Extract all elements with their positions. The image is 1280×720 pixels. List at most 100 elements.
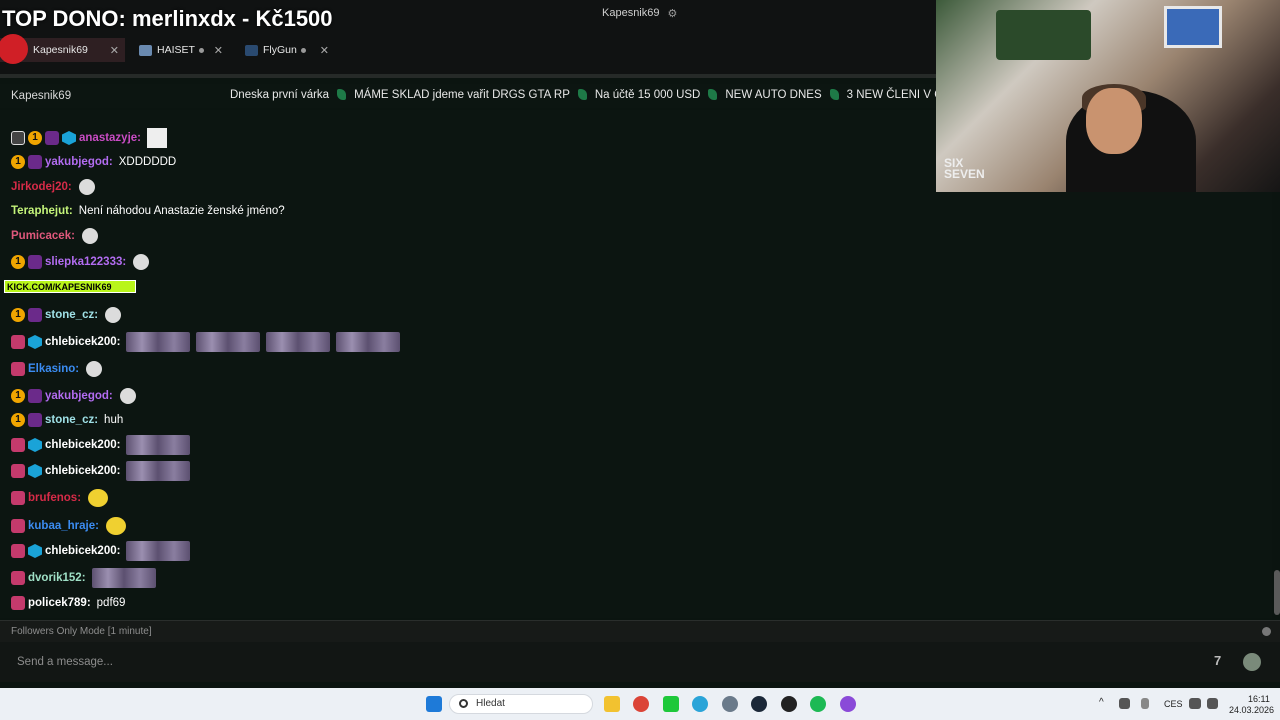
chat-username[interactable]: chlebicek200: [45, 439, 120, 451]
edge-icon[interactable] [692, 696, 708, 712]
steam-icon[interactable] [751, 696, 767, 712]
tab-label: FlyGun [263, 44, 297, 56]
chat-username[interactable]: sliepka122333: [45, 256, 126, 268]
chat-message: 1 sliepka122333: [11, 254, 150, 270]
spotify-icon[interactable] [810, 696, 826, 712]
chat-message: policek789: pdf69 [11, 596, 125, 610]
chat-username[interactable]: Teraphejut: [11, 205, 73, 217]
gifter-badge-icon [28, 438, 42, 452]
emote-picker-icon[interactable]: 7 [1214, 653, 1232, 671]
emote-icon [336, 332, 401, 352]
volume-icon[interactable] [1207, 698, 1218, 709]
header-channel-tab[interactable]: Kapesnik69 ⚙ [594, 2, 689, 24]
founder-badge-icon: 1 [28, 131, 42, 145]
emoji-icon[interactable] [1243, 653, 1261, 671]
vip-badge-icon [11, 438, 25, 452]
gifter-badge-icon [28, 464, 42, 478]
ticker-item: Dneska první várka [230, 89, 330, 101]
windows-start-icon[interactable] [426, 696, 442, 712]
network-icon[interactable] [1119, 698, 1130, 709]
chat-message: 1 yakubjegod: XDDDDDD [11, 155, 176, 169]
pinned-ticker: Dneska první várka MÁME SKLAD jdeme vaři… [230, 89, 988, 101]
founder-badge-icon: 1 [11, 389, 25, 403]
skull-emote-icon [133, 254, 150, 270]
display-icon[interactable] [1189, 698, 1201, 709]
windows-taskbar: Hledat ^ CES 16:11 24.03.2026 [0, 688, 1280, 720]
chat-username[interactable]: Pumicacek: [11, 230, 75, 242]
channel-name: Kapesnik69 [11, 90, 72, 102]
chat-message: dvorik152: [11, 568, 156, 588]
search-icon [459, 699, 468, 708]
chat-message: 1 stone_cz: huh [11, 413, 123, 427]
chat-text: huh [104, 414, 124, 426]
emote-icon [126, 332, 191, 352]
tab-flygun[interactable]: FlyGun ✕ [229, 38, 335, 62]
chat-username[interactable]: kubaa_hraje: [28, 520, 99, 532]
gifter-badge-icon [62, 131, 76, 145]
chat-username[interactable]: policek789: [28, 597, 91, 609]
chat-username[interactable]: chlebicek200: [45, 336, 120, 348]
chat-username[interactable]: Elkasino: [28, 363, 79, 375]
vip-badge-icon [11, 571, 25, 585]
shelf-decor [996, 10, 1091, 60]
moderator-badge-icon [11, 131, 25, 145]
chat-username[interactable]: stone_cz: [45, 309, 98, 321]
ticker-item: Na účtě 15 000 USD [594, 89, 701, 101]
tab-kapesnik69[interactable]: Kapesnik69 ✕ [0, 34, 125, 64]
chat-scrollbar[interactable] [1274, 570, 1280, 615]
chat-message: 1 yakubjegod: [11, 388, 136, 404]
chat-text: XDDDDDD [118, 156, 177, 168]
taskbar-search[interactable]: Hledat [449, 694, 593, 714]
info-icon[interactable] [1262, 627, 1271, 636]
file-explorer-icon[interactable] [604, 696, 620, 712]
chat-username[interactable]: chlebicek200: [45, 545, 120, 557]
skull-emote-icon [81, 228, 98, 244]
tab-strip: Kapesnik69 ✕ HAISET ✕ FlyGun ✕ [0, 34, 335, 64]
emote-icon [88, 489, 109, 507]
chat-username[interactable]: stone_cz: [45, 414, 98, 426]
skull-emote-icon [86, 361, 103, 377]
stream-screen: TOP DONO: merlinxdx - Kč1500 Kapesnik69 … [0, 0, 1280, 720]
chat-message: chlebicek200: [11, 435, 191, 455]
vip-badge-icon [11, 491, 25, 505]
gear-icon[interactable]: ⚙ [668, 7, 678, 20]
microphone-icon[interactable] [1141, 698, 1149, 709]
clock-date[interactable]: 24.03.2026 [1229, 705, 1274, 715]
emote-icon [126, 541, 191, 561]
chat-username[interactable]: yakubjegod: [45, 156, 113, 168]
chat-message: 1 anastazyje: [11, 128, 168, 148]
chat-text: pdf69 [96, 597, 126, 609]
founder-badge-icon: 1 [11, 255, 25, 269]
emote-icon [126, 435, 191, 455]
ticker-item: NEW AUTO DNES [725, 89, 822, 101]
close-icon[interactable]: ✕ [110, 44, 119, 57]
language-indicator[interactable]: CES [1164, 699, 1183, 709]
subscriber-badge-icon [28, 413, 42, 427]
close-icon[interactable]: ✕ [214, 44, 223, 57]
chat-mode-bar: Followers Only Mode [1 minute] [0, 620, 1280, 642]
chat-username[interactable]: chlebicek200: [45, 465, 120, 477]
live-dot-icon [198, 47, 204, 53]
leaf-icon [708, 89, 718, 100]
settings-icon[interactable] [722, 696, 738, 712]
chat-message: Elkasino: [11, 361, 103, 377]
chevron-up-icon[interactable]: ^ [1099, 697, 1104, 708]
chat-username[interactable]: brufenos: [28, 492, 81, 504]
chat-message: chlebicek200: [11, 541, 191, 561]
clock-time[interactable]: 16:11 [1248, 694, 1270, 704]
chrome-icon[interactable] [633, 696, 649, 712]
chrome-profile-icon[interactable] [840, 696, 856, 712]
leaf-icon [829, 89, 839, 100]
chat-username[interactable]: anastazyje: [79, 132, 141, 144]
chat-message: Teraphejut: Není náhodou Anastazie žensk… [11, 205, 285, 217]
close-icon[interactable]: ✕ [320, 44, 329, 57]
chat-username[interactable]: Jirkodej20: [11, 181, 72, 193]
chat-username[interactable]: dvorik152: [28, 572, 86, 584]
chat-message: 1 stone_cz: [11, 307, 122, 323]
vip-badge-icon [11, 335, 25, 349]
tab-haiset[interactable]: HAISET ✕ [125, 38, 229, 62]
kick-icon[interactable] [663, 696, 679, 712]
chat-username[interactable]: yakubjegod: [45, 390, 113, 402]
obs-icon[interactable] [781, 696, 797, 712]
send-message-input[interactable] [6, 647, 1200, 677]
